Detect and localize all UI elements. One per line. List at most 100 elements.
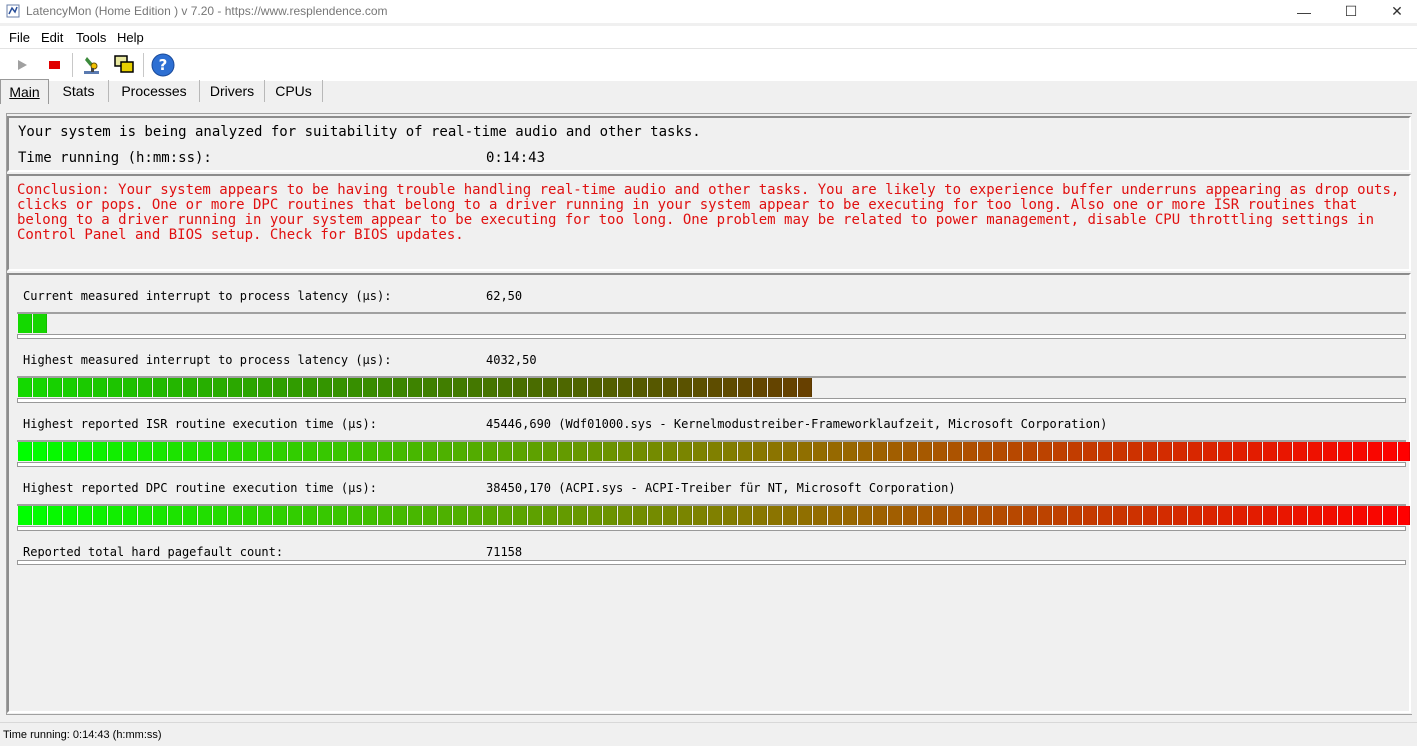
bar-segment	[318, 506, 332, 525]
bar-segment	[423, 442, 437, 461]
bar-segment	[123, 442, 137, 461]
toolbar: ?	[0, 48, 1417, 81]
maximize-button[interactable]: ☐	[1328, 0, 1374, 23]
bar-segment	[978, 442, 992, 461]
minimize-button[interactable]: —	[1281, 0, 1327, 23]
bar-segment	[333, 378, 347, 397]
bar-segment	[1263, 442, 1277, 461]
bar-segment	[468, 378, 482, 397]
bar-segment	[1293, 506, 1307, 525]
bar-segment	[453, 506, 467, 525]
bar-segment	[468, 442, 482, 461]
bar-segment	[243, 506, 257, 525]
bar-segment	[303, 442, 317, 461]
bar-segment	[1098, 506, 1112, 525]
bar-segment	[48, 506, 62, 525]
bar-segment	[528, 506, 542, 525]
bar-segment	[1023, 506, 1037, 525]
bar-segment	[1158, 506, 1172, 525]
bar-segment	[903, 442, 917, 461]
status-panel: Your system is being analyzed for suitab…	[7, 116, 1411, 172]
bar-segment	[93, 506, 107, 525]
analyze-button[interactable]	[79, 52, 105, 78]
menu-edit[interactable]: Edit	[41, 30, 63, 45]
bar-segment	[918, 442, 932, 461]
bar-segment	[153, 506, 167, 525]
bar-segment	[393, 506, 407, 525]
windows-button[interactable]	[111, 52, 137, 78]
tab-stats[interactable]: Stats	[49, 80, 109, 102]
bar-segment	[498, 506, 512, 525]
bar-segment	[183, 506, 197, 525]
bar-segment	[708, 442, 722, 461]
bar-segment	[798, 506, 812, 525]
toolbar-separator	[143, 53, 144, 77]
conclusion-text: Conclusion: Your system appears to be ha…	[17, 182, 1400, 243]
bar-segment	[678, 506, 692, 525]
bar-segment	[348, 506, 362, 525]
bar-segment	[378, 442, 392, 461]
bar-segment	[1143, 442, 1157, 461]
bar-segment	[18, 378, 32, 397]
tab-label: Processes	[121, 83, 187, 99]
bar-segment	[483, 442, 497, 461]
menu-help[interactable]: Help	[117, 30, 144, 45]
bar-segment	[588, 442, 602, 461]
bar-segment	[108, 442, 122, 461]
bar-segment	[648, 506, 662, 525]
start-button[interactable]	[9, 52, 35, 78]
title-bar: LatencyMon (Home Edition ) v 7.20 - http…	[0, 0, 1417, 23]
bar-segment	[528, 378, 542, 397]
bar-segment	[948, 506, 962, 525]
bar-segment	[648, 442, 662, 461]
bar-segment	[693, 442, 707, 461]
bar-segment	[393, 378, 407, 397]
close-button[interactable]: ✕	[1374, 0, 1417, 23]
bar-segment	[948, 442, 962, 461]
bar-segment	[513, 378, 527, 397]
help-button[interactable]: ?	[150, 52, 176, 78]
bar-segment	[708, 378, 722, 397]
bar-segment	[1248, 506, 1262, 525]
bar-segment	[753, 506, 767, 525]
bar-segment	[1218, 506, 1232, 525]
tab-cpus[interactable]: CPUs	[265, 80, 323, 102]
bar-segment	[918, 506, 932, 525]
bar-segment	[738, 378, 752, 397]
bar-segment	[318, 378, 332, 397]
bar-segment	[483, 378, 497, 397]
bar-segment	[363, 378, 377, 397]
menu-tools[interactable]: Tools	[76, 30, 106, 45]
bar-segment	[858, 442, 872, 461]
bar-segment	[618, 442, 632, 461]
bar-segment	[783, 506, 797, 525]
bar-segment	[243, 378, 257, 397]
menu-file[interactable]: File	[9, 30, 30, 45]
bar-segment	[1398, 506, 1410, 525]
bar-segment	[198, 442, 212, 461]
bar-segment	[768, 378, 782, 397]
bar-segment	[1038, 442, 1052, 461]
status-bar: Time running: 0:14:43 (h:mm:ss)	[0, 722, 1417, 746]
bar-segment	[1278, 506, 1292, 525]
bar-segment	[1083, 442, 1097, 461]
bar-segment	[783, 442, 797, 461]
stop-button[interactable]	[41, 52, 67, 78]
bar-segment	[933, 442, 947, 461]
bar-segment	[153, 442, 167, 461]
bar-segment	[168, 506, 182, 525]
bar-segment	[603, 506, 617, 525]
time-running-value: 0:14:43	[486, 150, 546, 166]
bar-segment	[33, 442, 47, 461]
bar-segment	[1353, 506, 1367, 525]
bar-segment	[378, 378, 392, 397]
tab-main[interactable]: Main	[0, 79, 49, 104]
bar-segment	[288, 442, 302, 461]
bar-segment	[258, 506, 272, 525]
tab-processes[interactable]: Processes	[109, 80, 200, 102]
bar-segment	[18, 506, 32, 525]
bar-segment	[348, 442, 362, 461]
bar-segment	[48, 442, 62, 461]
bar-segment	[333, 442, 347, 461]
tab-drivers[interactable]: Drivers	[200, 80, 265, 102]
